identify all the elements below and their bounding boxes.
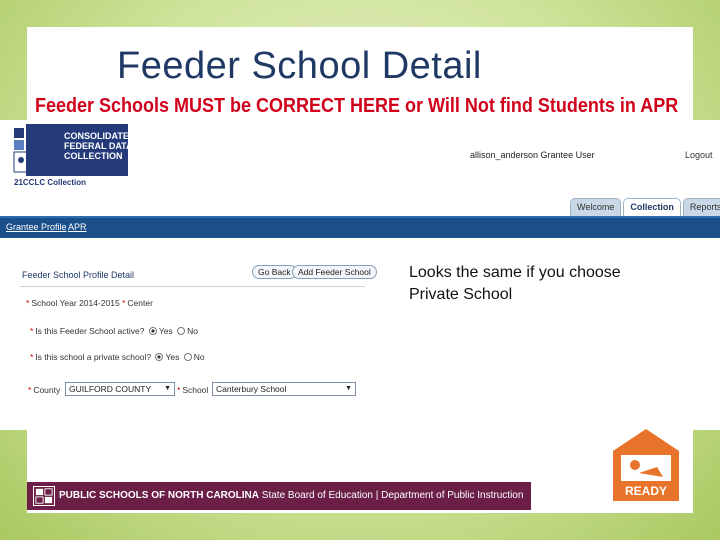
cfdc-logo: CONSOLIDATED FEDERAL DATA COLLECTION 21C… xyxy=(12,124,135,194)
footer-org: PUBLIC SCHOOLS OF NORTH CAROLINA xyxy=(59,490,259,501)
required-marker: * xyxy=(30,352,34,362)
private-row: * Is this school a private school? Yes No xyxy=(30,352,205,362)
user-name: allison_anderson Grantee User xyxy=(470,150,595,160)
school-year-label: School Year xyxy=(31,298,77,308)
tab-welcome[interactable]: Welcome xyxy=(570,198,622,216)
tab-bar: Welcome Collection Reports xyxy=(570,198,720,216)
footer-text: PUBLIC SCHOOLS OF NORTH CAROLINA State B… xyxy=(59,490,523,501)
note-line: Looks the same if you choose xyxy=(409,264,621,281)
logo-line: FEDERAL DATA xyxy=(64,141,133,151)
nav-bar: Grantee Profile APR xyxy=(0,216,720,238)
slide-title: Feeder School Detail xyxy=(117,45,482,87)
nav-grantee-profile[interactable]: Grantee Profile xyxy=(6,222,67,232)
school-select[interactable]: Canterbury School ▼ xyxy=(212,382,356,396)
ready-badge-icon: READY xyxy=(613,429,679,501)
nc-seal-icon xyxy=(33,486,55,506)
county-label-wrap: * County xyxy=(28,385,60,395)
form-divider xyxy=(20,286,365,287)
school-year-row: * School Year 2014-2015 * Center xyxy=(26,298,153,308)
county-label: County xyxy=(33,385,61,395)
active-label: Is this Feeder School active? xyxy=(35,326,145,336)
form-title: Feeder School Profile Detail xyxy=(22,270,135,280)
school-value: Canterbury School xyxy=(216,384,287,394)
tab-reports[interactable]: Reports xyxy=(682,198,720,216)
private-yes-radio[interactable] xyxy=(155,353,164,361)
required-marker: * xyxy=(122,298,126,308)
logo-subtitle: 21CCLC Collection xyxy=(14,178,87,187)
note-text: Looks the same if you choose Private Sch… xyxy=(409,262,621,306)
yes-label: Yes xyxy=(165,352,180,362)
logout-link[interactable]: Logout xyxy=(685,150,713,160)
logo-box: CONSOLIDATED FEDERAL DATA COLLECTION xyxy=(26,124,135,176)
tab-collection[interactable]: Collection xyxy=(623,198,681,216)
private-label: Is this school a private school? xyxy=(35,352,152,362)
logo-text: CONSOLIDATED FEDERAL DATA COLLECTION xyxy=(64,131,144,161)
required-marker: * xyxy=(28,385,32,395)
county-value: GUILFORD COUNTY xyxy=(69,384,152,394)
ready-label: READY xyxy=(625,484,667,498)
required-marker: * xyxy=(30,326,34,336)
go-back-button[interactable]: Go Back xyxy=(252,265,297,279)
required-marker: * xyxy=(26,298,30,308)
school-label-wrap: * School xyxy=(177,385,208,395)
school-year-value: 2014-2015 xyxy=(79,298,120,308)
nav-apr[interactable]: APR xyxy=(68,222,87,232)
no-label: No xyxy=(193,352,205,362)
warning-banner: Feeder Schools MUST be CORRECT HERE or W… xyxy=(35,95,679,117)
yes-label: Yes xyxy=(158,326,173,336)
footer-bar: PUBLIC SCHOOLS OF NORTH CAROLINA State B… xyxy=(27,482,531,510)
no-label: No xyxy=(187,326,198,336)
add-feeder-school-button[interactable]: Add Feeder School xyxy=(292,265,377,279)
active-yes-radio[interactable] xyxy=(148,327,157,335)
center-label: Center xyxy=(127,298,153,308)
chevron-down-icon: ▼ xyxy=(345,385,352,392)
chevron-down-icon: ▼ xyxy=(164,385,171,392)
logo-line: COLLECTION xyxy=(64,151,123,161)
logo-line: CONSOLIDATED xyxy=(64,131,136,141)
note-line: Private School xyxy=(409,286,513,303)
active-no-radio[interactable] xyxy=(177,327,186,335)
private-no-radio[interactable] xyxy=(183,353,192,361)
footer-rest: State Board of Education | Department of… xyxy=(259,490,524,501)
active-row: * Is this Feeder School active? Yes No xyxy=(30,326,198,336)
school-label: School xyxy=(182,385,209,395)
required-marker: * xyxy=(177,385,181,395)
county-select[interactable]: GUILFORD COUNTY ▼ xyxy=(65,382,175,396)
